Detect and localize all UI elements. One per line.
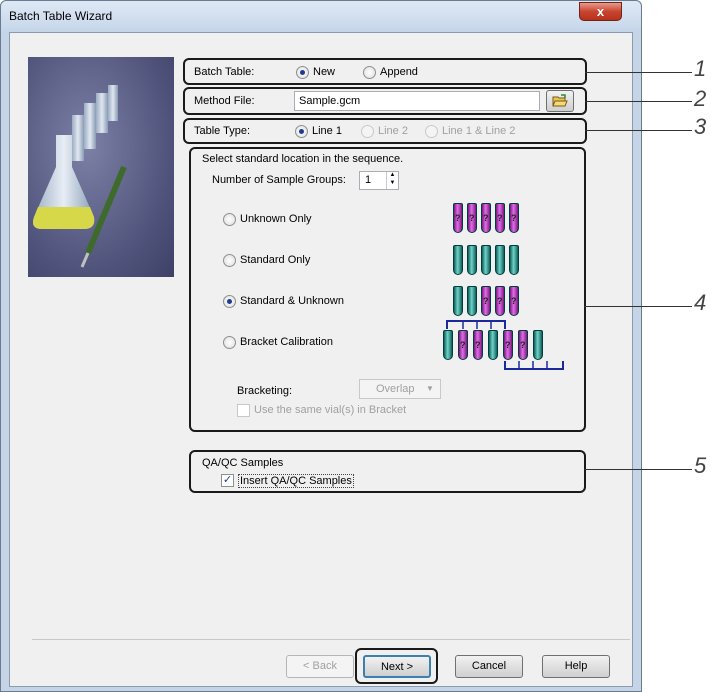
dialog-client-area: Batch Table: New Append Method File: Sam… [9, 32, 633, 687]
sample-groups-value: 1 [365, 174, 372, 186]
callout-number-2: 2 [694, 86, 707, 111]
method-file-group: Method File: Sample.gcm [183, 87, 587, 115]
title-bar[interactable]: Batch Table Wizard x [1, 1, 641, 31]
batch-table-label: Batch Table: [194, 66, 255, 78]
callout-line-5 [584, 469, 692, 470]
batch-table-new-radio[interactable] [296, 66, 309, 79]
standard-vial [443, 330, 453, 360]
batch-table-wizard-window: Batch Table Wizard x Batch Table: New Ap… [0, 0, 642, 692]
table-type-line2-label: Line 2 [378, 125, 408, 137]
callout-line-4 [584, 306, 692, 307]
next-button[interactable]: Next > [363, 655, 431, 678]
callout-number-1: 1 [694, 56, 707, 81]
insert-qaqc-checkbox[interactable]: ✓ [221, 474, 234, 487]
back-button: < Back [286, 655, 354, 678]
qaqc-group: QA/QC Samples ✓ Insert QA/QC Samples [189, 450, 586, 493]
unknown-vial: ? [481, 203, 491, 233]
bracket-calibration-label[interactable]: Bracket Calibration [240, 336, 333, 348]
table-type-line1and2-radio [425, 125, 438, 138]
unknown-vial: ? [503, 330, 513, 360]
table-type-line1-radio[interactable] [295, 125, 308, 138]
folder-open-icon [552, 94, 568, 107]
help-button[interactable]: Help [542, 655, 610, 678]
standard-vial [488, 330, 498, 360]
table-type-line1-label[interactable]: Line 1 [312, 125, 342, 137]
callout-number-4: 4 [694, 290, 707, 315]
wizard-illustration [28, 57, 174, 277]
close-button[interactable]: x [579, 2, 622, 21]
bracket-calibration-radio[interactable] [223, 336, 236, 349]
unknown-vial: ? [453, 203, 463, 233]
standard-vial [453, 245, 463, 275]
same-vials-checkbox [237, 404, 250, 417]
batch-table-new-label[interactable]: New [313, 66, 335, 78]
same-vials-label: Use the same vial(s) in Bracket [254, 404, 407, 416]
method-file-value: Sample.gcm [299, 95, 361, 107]
table-type-line1and2-label: Line 1 & Line 2 [442, 125, 516, 137]
standard-only-label[interactable]: Standard Only [240, 254, 310, 266]
batch-table-group: Batch Table: New Append [183, 58, 587, 85]
unknown-vial: ? [458, 330, 468, 360]
standard-vial [495, 245, 505, 275]
sample-groups-label: Number of Sample Groups: [212, 174, 346, 186]
standard-vial [509, 245, 519, 275]
window-title: Batch Table Wizard [9, 9, 113, 23]
unknown-only-label[interactable]: Unknown Only [240, 213, 312, 225]
method-file-label: Method File: [194, 95, 255, 107]
unknown-vial: ? [509, 286, 519, 316]
standard-vial [481, 245, 491, 275]
unknown-vial: ? [473, 330, 483, 360]
unknown-vial: ? [518, 330, 528, 360]
standard-only-radio[interactable] [223, 254, 236, 267]
batch-table-append-label[interactable]: Append [380, 66, 418, 78]
table-type-group: Table Type: Line 1 Line 2 Line 1 & Line … [183, 118, 587, 144]
standard-and-unknown-label[interactable]: Standard & Unknown [240, 295, 344, 307]
laboratory-flasks-image [33, 85, 127, 268]
bracketing-value: Overlap [376, 383, 415, 395]
qaqc-heading: QA/QC Samples [202, 457, 284, 469]
batch-table-append-radio[interactable] [363, 66, 376, 79]
standard-location-heading: Select standard location in the sequence… [202, 153, 404, 165]
callout-number-3: 3 [694, 114, 707, 139]
callout-line-2 [585, 101, 692, 102]
callout-line-3 [585, 130, 692, 131]
standard-vial [467, 286, 477, 316]
standard-vial [453, 286, 463, 316]
insert-qaqc-label[interactable]: Insert QA/QC Samples [238, 474, 354, 488]
button-separator [32, 639, 630, 640]
sample-groups-spinner-input[interactable]: 1 ▲ ▼ [359, 171, 399, 190]
unknown-vial: ? [495, 286, 505, 316]
unknown-vial: ? [467, 203, 477, 233]
unknown-vial: ? [495, 203, 505, 233]
table-type-label: Table Type: [194, 125, 251, 137]
spinner-up-icon[interactable]: ▲ [386, 172, 398, 180]
bracketing-select: Overlap ▼ [359, 379, 441, 399]
standard-vial [533, 330, 543, 360]
standard-vial [467, 245, 477, 275]
standard-and-unknown-radio[interactable] [223, 295, 236, 308]
method-file-input[interactable]: Sample.gcm [294, 91, 540, 111]
callout-number-5: 5 [694, 453, 707, 478]
callout-line-1 [585, 72, 692, 73]
standard-location-group: Select standard location in the sequence… [189, 147, 586, 432]
unknown-only-radio[interactable] [223, 213, 236, 226]
unknown-vial: ? [481, 286, 491, 316]
browse-method-file-button[interactable] [546, 90, 574, 112]
bracketing-label: Bracketing: [237, 385, 293, 397]
cancel-button[interactable]: Cancel [455, 655, 523, 678]
spinner-down-icon[interactable]: ▼ [386, 180, 398, 189]
unknown-vial: ? [509, 203, 519, 233]
table-type-line2-radio [361, 125, 374, 138]
chevron-down-icon: ▼ [426, 384, 434, 393]
